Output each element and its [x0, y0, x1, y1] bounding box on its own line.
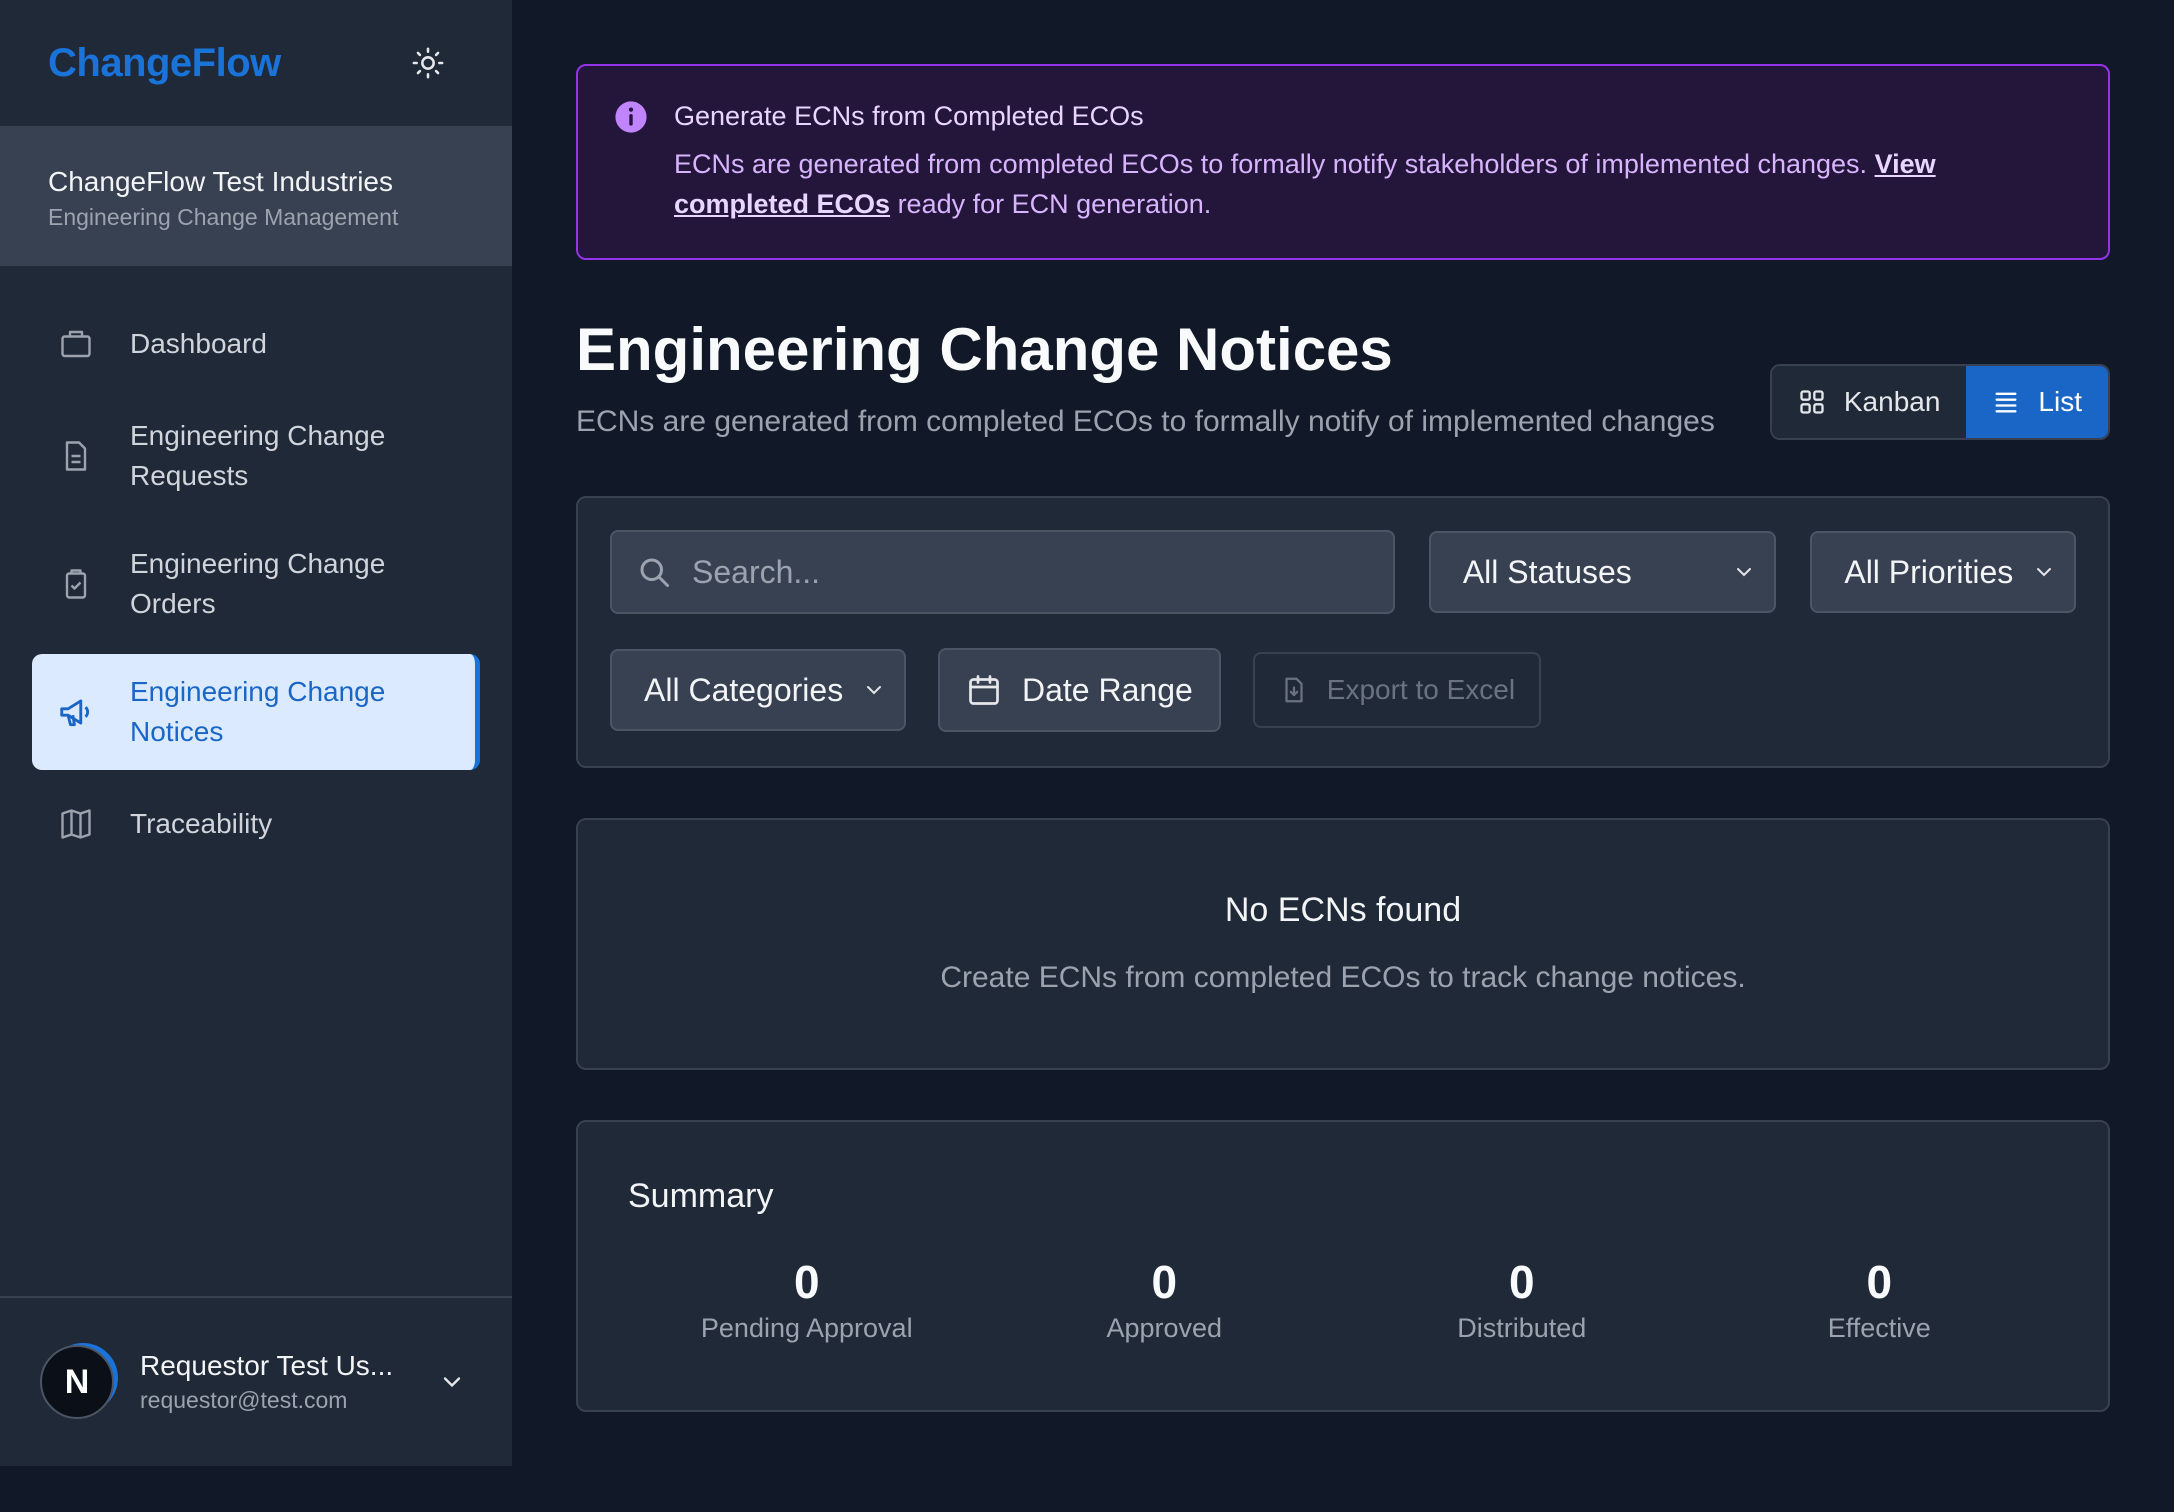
view-toggle: Kanban List	[1769, 364, 2110, 440]
empty-state: No ECNs found Create ECNs from completed…	[576, 818, 2110, 1070]
avatar[interactable]: N	[40, 1345, 114, 1419]
sidebar-item-label: Engineering Change Orders	[130, 548, 386, 619]
banner-body: ECNs are generated from completed ECOs t…	[674, 144, 2072, 224]
search-box[interactable]	[610, 530, 1395, 614]
map-icon	[56, 804, 96, 844]
export-label: Export to Excel	[1326, 674, 1516, 705]
grid-icon	[1800, 390, 1824, 414]
sidebar-item-label: Traceability	[130, 808, 273, 839]
date-range-label: Date Range	[1022, 671, 1193, 708]
stat-label: Approved	[1106, 1313, 1223, 1343]
summary-panel: Summary 0 Pending Approval 0 Approved 0 …	[576, 1120, 2110, 1412]
empty-state-message: Create ECNs from completed ECOs to track…	[940, 961, 1746, 994]
stat-label: Distributed	[1457, 1313, 1587, 1343]
stat-approved: 0 Approved	[986, 1256, 1344, 1348]
megaphone-icon	[56, 692, 96, 732]
sidebar-item-traceability[interactable]: Traceability	[32, 782, 480, 866]
file-export-icon	[1285, 677, 1303, 703]
kanban-label: Kanban	[1843, 386, 1941, 417]
brand-row: ChangeFlow	[0, 0, 512, 126]
chevron-down-icon	[1737, 568, 1752, 577]
date-range-button[interactable]: Date Range	[938, 648, 1221, 732]
page-header: Engineering Change Notices ECNs are gene…	[576, 314, 2110, 446]
stat-label: Pending Approval	[700, 1313, 913, 1343]
stat-effective: 0 Effective	[1701, 1256, 2059, 1348]
sidebar-item-change-notices[interactable]: Engineering Change Notices	[32, 654, 480, 770]
category-select-value: All Categories	[644, 671, 844, 708]
clipboard-check-icon	[56, 564, 96, 604]
stat-pending-approval: 0 Pending Approval	[628, 1256, 986, 1348]
brand-logo[interactable]: ChangeFlow	[48, 41, 281, 86]
page-title: Engineering Change Notices	[576, 316, 1393, 383]
sidebar-item-label: Engineering Change Notices	[130, 676, 386, 747]
list-view-button[interactable]: List	[1966, 366, 2108, 438]
status-select[interactable]: All Statuses	[1428, 531, 1777, 613]
page-subtitle: ECNs are generated from completed ECOs t…	[576, 405, 1715, 438]
summary-stats: 0 Pending Approval 0 Approved 0 Distribu…	[628, 1256, 2058, 1348]
list-label: List	[2038, 386, 2082, 417]
banner-tail-text: ready for ECN generation.	[890, 189, 1212, 219]
sidebar-item-change-orders[interactable]: Engineering Change Orders	[32, 526, 480, 642]
chevron-down-icon	[2037, 568, 2051, 577]
priority-select-value: All Priorities	[1844, 553, 2014, 590]
sidebar: ChangeFlow ChangeFlow Test Industries En…	[0, 0, 512, 1466]
sun-icon	[412, 47, 444, 79]
sidebar-item-dashboard[interactable]: Dashboard	[32, 302, 480, 386]
filters-panel: All Statuses All Priorities All Categori…	[576, 496, 2110, 768]
export-excel-button[interactable]: Export to Excel	[1252, 652, 1542, 728]
info-icon	[615, 101, 647, 133]
sidebar-item-label: Dashboard	[130, 328, 267, 359]
chevron-down-icon	[867, 686, 881, 695]
search-icon	[640, 558, 669, 587]
stat-value: 0	[793, 1256, 820, 1308]
sidebar-item-label: Engineering Change Requests	[130, 420, 386, 491]
summary-title: Summary	[628, 1177, 774, 1215]
banner-title: Generate ECNs from Completed ECOs	[674, 101, 1144, 131]
briefcase-icon	[56, 324, 96, 364]
stat-distributed: 0 Distributed	[1343, 1256, 1701, 1348]
organization-subtitle: Engineering Change Management	[48, 204, 399, 230]
stat-value: 0	[1866, 1256, 1893, 1308]
priority-select[interactable]: All Priorities	[1810, 531, 2076, 613]
list-icon	[1995, 392, 2017, 413]
sidebar-item-change-requests[interactable]: Engineering Change Requests	[32, 398, 480, 514]
user-name: Requestor Test Us...	[140, 1350, 394, 1381]
user-info: Requestor Test Us... requestor@test.com	[140, 1348, 432, 1416]
organization-panel[interactable]: ChangeFlow Test Industries Engineering C…	[0, 126, 512, 266]
search-input[interactable]	[692, 553, 1369, 591]
organization-name: ChangeFlow Test Industries	[48, 166, 393, 197]
stat-label: Effective	[1827, 1313, 1931, 1343]
category-select[interactable]: All Categories	[610, 649, 906, 731]
chevron-down-icon[interactable]	[432, 1362, 472, 1402]
status-select-value: All Statuses	[1462, 553, 1632, 590]
main-content: Generate ECNs from Completed ECOs ECNs a…	[576, 64, 2110, 1412]
banner-text: ECNs are generated from completed ECOs t…	[674, 149, 1875, 179]
kanban-view-button[interactable]: Kanban	[1771, 366, 1967, 438]
theme-toggle-button[interactable]	[406, 41, 450, 85]
empty-state-title: No ECNs found	[1224, 891, 1462, 929]
stat-value: 0	[1151, 1256, 1178, 1308]
user-email: requestor@test.com	[140, 1387, 348, 1413]
sidebar-nav: Dashboard Engineering Change Requests En…	[0, 266, 512, 866]
document-icon	[56, 436, 96, 476]
info-banner: Generate ECNs from Completed ECOs ECNs a…	[576, 64, 2110, 260]
user-menu[interactable]: N Requestor Test Us... requestor@test.co…	[0, 1296, 512, 1466]
stat-value: 0	[1508, 1256, 1535, 1308]
calendar-icon	[969, 675, 999, 705]
